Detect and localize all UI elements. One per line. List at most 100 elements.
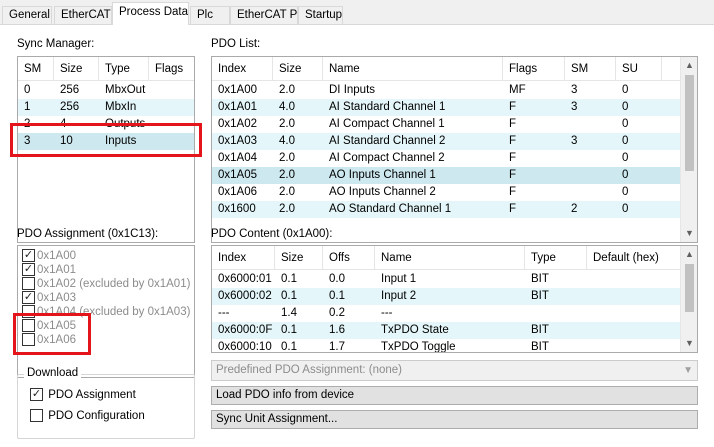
pdo-assignment-checkbox[interactable] [22, 333, 35, 346]
table-row[interactable]: 0x1A06 2.0 AO Inputs Channel 2 F 0 [212, 184, 681, 201]
pdo-assignment-item[interactable]: 0x1A04 (excluded by 0x1A03) [22, 305, 190, 319]
scroll-down-icon[interactable]: ▼ [681, 335, 697, 352]
table-row[interactable]: 1 256 MbxIn [18, 99, 194, 116]
table-row[interactable]: 0x1A00 2.0 DI Inputs MF 3 0 [212, 82, 681, 99]
pdo-content-table[interactable]: Index Size Offs Name Type Default (hex) … [211, 245, 698, 353]
pdo-col-index[interactable]: Index [212, 57, 273, 81]
download-pdo-configuration-option[interactable]: PDO Configuration [30, 409, 145, 423]
tab-process-data[interactable]: Process Data [112, 2, 189, 25]
pdo-col-su[interactable]: SU [616, 57, 662, 81]
tab-ethercat-p[interactable]: EtherCAT P [230, 6, 298, 25]
pdo-cell-su: 0 [622, 152, 629, 164]
table-row[interactable]: 0 256 MbxOut [18, 82, 194, 99]
pdo-col-name[interactable]: Name [323, 57, 503, 81]
content-cell-type [525, 305, 531, 322]
pdo-assignment-list[interactable]: 0x1A00 0x1A01 0x1A02 (excluded by 0x1A01) 0… [17, 245, 195, 378]
content-col-size[interactable]: Size [275, 246, 323, 270]
sm-cell-flags [149, 133, 155, 150]
pdo-col-sm[interactable]: SM [565, 57, 616, 81]
content-col-offs[interactable]: Offs [323, 246, 375, 270]
table-row[interactable]: 0x1600 2.0 AO Standard Channel 1 F 2 0 [212, 201, 681, 218]
pdo-cell-su: 0 [622, 84, 629, 96]
scroll-up-icon[interactable]: ▲ [681, 246, 697, 263]
tab-ethercat[interactable]: EtherCAT [54, 6, 112, 25]
table-row[interactable]: --- 1.4 0.2 --- [212, 305, 681, 322]
sm-col-sm[interactable]: SM [18, 57, 54, 81]
content-col-name[interactable]: Name [375, 246, 525, 270]
pdo-content-scrollbar[interactable]: ▲ ▼ [680, 246, 697, 352]
sm-cell-size: 4 [60, 118, 67, 130]
table-row[interactable]: 0x1A05 2.0 AO Inputs Channel 1 F 0 [212, 167, 681, 184]
pdo-assignment-checkbox[interactable] [22, 277, 35, 290]
scroll-thumb[interactable] [685, 264, 694, 312]
tab-startup[interactable]: Startup [298, 6, 343, 25]
predefined-pdo-assignment-select[interactable]: Predefined PDO Assignment: (none) ▼ [211, 360, 698, 381]
table-row[interactable]: 0x6000:0F 0.1 1.6 TxPDO State BIT [212, 322, 681, 339]
pdo-assignment-item[interactable]: 0x1A00 [22, 249, 76, 263]
tab-plc[interactable]: Plc [190, 6, 230, 25]
pdo-assignment-checkbox[interactable] [22, 319, 35, 332]
load-pdo-info-button[interactable]: Load PDO info from device [211, 386, 698, 405]
sm-col-type[interactable]: Type [99, 57, 149, 81]
tab-general[interactable]: General [2, 6, 52, 25]
pdo-assignment-checkbox[interactable] [22, 291, 35, 304]
scroll-down-icon[interactable]: ▼ [681, 225, 697, 242]
pdo-assignment-checkbox[interactable] [22, 249, 35, 262]
table-row[interactable]: 3 10 Inputs [18, 133, 194, 150]
pdo-col-size[interactable]: Size [273, 57, 323, 81]
pdo-cell-name: AO Inputs Channel 2 [329, 186, 436, 198]
table-row[interactable]: 0x1A01 4.0 AI Standard Channel 1 F 3 0 [212, 99, 681, 116]
pdo-assignment-item[interactable]: 0x1A03 [22, 291, 76, 305]
content-cell-offs: 0.1 [329, 290, 345, 302]
table-row[interactable]: 0x1A04 2.0 AI Compact Channel 2 F 0 [212, 150, 681, 167]
sm-cell-flags [149, 116, 155, 133]
pdo-assignment-label: 0x1A00 [37, 250, 77, 262]
pdo-cell-flags: F [509, 118, 517, 130]
pdo-assignment-item[interactable]: 0x1A05 [22, 319, 76, 333]
sync-manager-table[interactable]: SM Size Type Flags 0 256 MbxOut 1 256 MbxIn 2 4… [17, 56, 195, 243]
download-pdo-assignment-checkbox[interactable] [30, 388, 43, 401]
content-cell-size: 0.1 [281, 341, 297, 353]
table-row[interactable]: 0x6000:10 0.1 1.7 TxPDO Toggle BIT [212, 339, 681, 353]
pdo-assignment-label: 0x1A02 (excluded by 0x1A01) [37, 278, 191, 290]
download-pdo-assignment-option[interactable]: PDO Assignment [30, 388, 136, 402]
sm-cell-size: 10 [60, 135, 73, 147]
pdo-col-flags[interactable]: Flags [503, 57, 565, 81]
table-row[interactable]: 0x6000:02 0.1 0.1 Input 2 BIT [212, 288, 681, 305]
table-row[interactable]: 2 4 Outputs [18, 116, 194, 133]
table-row[interactable]: 0x1A02 2.0 AI Compact Channel 1 F 0 [212, 116, 681, 133]
pdo-cell-su: 0 [622, 186, 629, 198]
pdo-assignment-checkbox[interactable] [22, 263, 35, 276]
sm-cell-flags [149, 99, 155, 116]
table-row[interactable]: 0x1A03 4.0 AI Standard Channel 2 F 3 0 [212, 133, 681, 150]
content-col-default[interactable]: Default (hex) [587, 246, 681, 270]
content-cell-type: BIT [531, 290, 549, 302]
download-pdo-configuration-checkbox[interactable] [30, 409, 43, 422]
content-col-type[interactable]: Type [525, 246, 587, 270]
pdo-assignment-item[interactable]: 0x1A06 [22, 333, 76, 347]
pdo-assignment-item[interactable]: 0x1A02 (excluded by 0x1A01) [22, 277, 190, 291]
pdo-cell-size: 2.0 [279, 152, 295, 164]
pdo-cell-su: 0 [622, 101, 629, 113]
content-cell-size: 0.1 [281, 324, 297, 336]
sm-col-size[interactable]: Size [54, 57, 99, 81]
content-cell-type: BIT [531, 273, 549, 285]
pdo-assignment-item[interactable]: 0x1A01 [22, 263, 76, 277]
pdo-assignment-checkbox[interactable] [22, 305, 35, 318]
scroll-up-icon[interactable]: ▲ [681, 57, 697, 74]
table-row[interactable]: 0x6000:01 0.1 0.0 Input 1 BIT [212, 271, 681, 288]
pdo-cell-flags: MF [509, 84, 526, 96]
sync-unit-assignment-button[interactable]: Sync Unit Assignment... [211, 410, 698, 429]
pdo-assignment-label: 0x1A01 [37, 264, 77, 276]
pdo-cell-size: 2.0 [279, 186, 295, 198]
sm-col-flags[interactable]: Flags [149, 57, 194, 81]
content-cell-name: Input 1 [381, 273, 417, 285]
pdo-cell-index: 0x1600 [218, 203, 256, 215]
content-col-index[interactable]: Index [212, 246, 275, 270]
pdo-list-table[interactable]: Index Size Name Flags SM SU 0x1A00 2.0 DI … [211, 56, 698, 243]
pdo-list-scrollbar[interactable]: ▲ ▼ [680, 57, 697, 242]
process-data-panel: Sync Manager: SM Size Type Flags 0 256 Mbx… [0, 25, 714, 447]
content-cell-offs: 1.7 [329, 341, 345, 353]
content-cell-name: Input 2 [381, 290, 417, 302]
scroll-thumb[interactable] [685, 75, 694, 171]
